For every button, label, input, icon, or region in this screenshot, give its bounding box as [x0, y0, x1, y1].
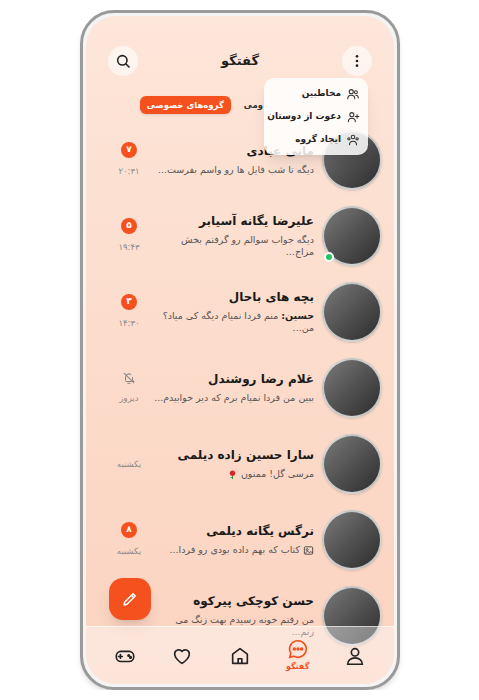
nav-item[interactable] [220, 645, 260, 667]
muted-icon [122, 371, 136, 385]
avatar [322, 510, 382, 570]
avatar [322, 206, 382, 266]
chat-preview: کتاب که بهم داده بودی رو فردا... [154, 544, 314, 556]
unread-badge: ۸ [121, 522, 137, 538]
chat-name: نرگس یگانه دیلمی [154, 524, 314, 539]
nav-item[interactable]: گفتگو [278, 638, 318, 673]
chat-preview: دیگه تا شب فایل ها رو واسم بفرست... [154, 164, 314, 176]
nav-item[interactable] [335, 645, 375, 667]
contacts-icon [346, 87, 360, 101]
profile-icon [344, 645, 366, 667]
tab[interactable]: گروه‌های خصوصی [140, 96, 231, 115]
chat-row[interactable]: نرگس یگانه دیلمی کتاب که بهم داده بودی رو… [112, 502, 382, 578]
chat-meta: ۷۲۰:۳۱ [112, 142, 146, 178]
page-title: گفتگو [221, 51, 259, 71]
unread-badge: ۳ [121, 294, 137, 310]
group-icon [346, 133, 360, 147]
menu-item[interactable]: دعوت از دوستان [264, 105, 368, 128]
chat-name: بچه های باحال [154, 290, 314, 305]
invite-icon [346, 110, 360, 124]
chat-preview: دیگه جواب سوالم رو گرفتم بخش مزاج... [154, 234, 314, 258]
nav-item[interactable] [105, 645, 145, 667]
unread-badge: ۷ [121, 142, 137, 158]
chat-row[interactable]: علیرضا یگانه آسیابر دیگه جواب سوالم رو گر… [112, 198, 382, 274]
search-icon [115, 53, 131, 69]
menu-button[interactable] [342, 46, 372, 76]
more-icon [349, 53, 365, 69]
compose-button[interactable] [109, 578, 151, 620]
home-icon [229, 645, 251, 667]
menu-item[interactable]: ایجاد گروه [264, 128, 368, 151]
chat-meta: ۸یکشنبه [112, 522, 146, 558]
chat-name: علیرضا یگانه آسیابر [154, 214, 314, 229]
chat-row[interactable]: غلام رضا روشندل ببین من فردا نمیام برم که… [112, 350, 382, 426]
nav-item[interactable] [162, 645, 202, 667]
menu-item[interactable]: مخاطبین [264, 82, 368, 105]
favorites-icon [171, 645, 193, 667]
unread-badge: ۵ [121, 218, 137, 234]
avatar [322, 282, 382, 342]
rose-icon [227, 469, 238, 480]
photo-icon [303, 545, 314, 556]
chat-meta: ۳۱۴:۳۰ [112, 294, 146, 330]
chat-row[interactable]: بچه های باحال حسین:منم فردا نمیام دیگه کی… [112, 274, 382, 350]
chat-row[interactable]: سارا حسین زاده دیلمی مرسی گل! ممنون یکشنبه [112, 426, 382, 502]
chat-name: سارا حسین زاده دیلمی [154, 448, 314, 463]
chat-meta: دیروز [112, 371, 146, 405]
chat-name: غلام رضا روشندل [154, 372, 314, 387]
dropdown-menu: مخاطبیندعوت از دوستانایجاد گروه [264, 78, 368, 155]
chat-name: حسن کوچکی پیرکوه [154, 594, 314, 609]
chat-meta: ۵۱۹:۴۳ [112, 218, 146, 254]
chat-preview: مرسی گل! ممنون [154, 468, 314, 480]
avatar [322, 358, 382, 418]
chat-meta: یکشنبه [112, 458, 146, 471]
search-button[interactable] [108, 46, 138, 76]
chat-preview: حسین:منم فردا نمیام دیگه کی میاد؟ من... [154, 310, 314, 334]
avatar [322, 434, 382, 494]
pencil-icon [121, 590, 139, 608]
chat-preview: ببین من فردا نمیام برم که دیر خوابیدم... [154, 392, 314, 404]
chat-icon [287, 638, 309, 660]
online-dot [324, 252, 334, 262]
games-icon [114, 645, 136, 667]
